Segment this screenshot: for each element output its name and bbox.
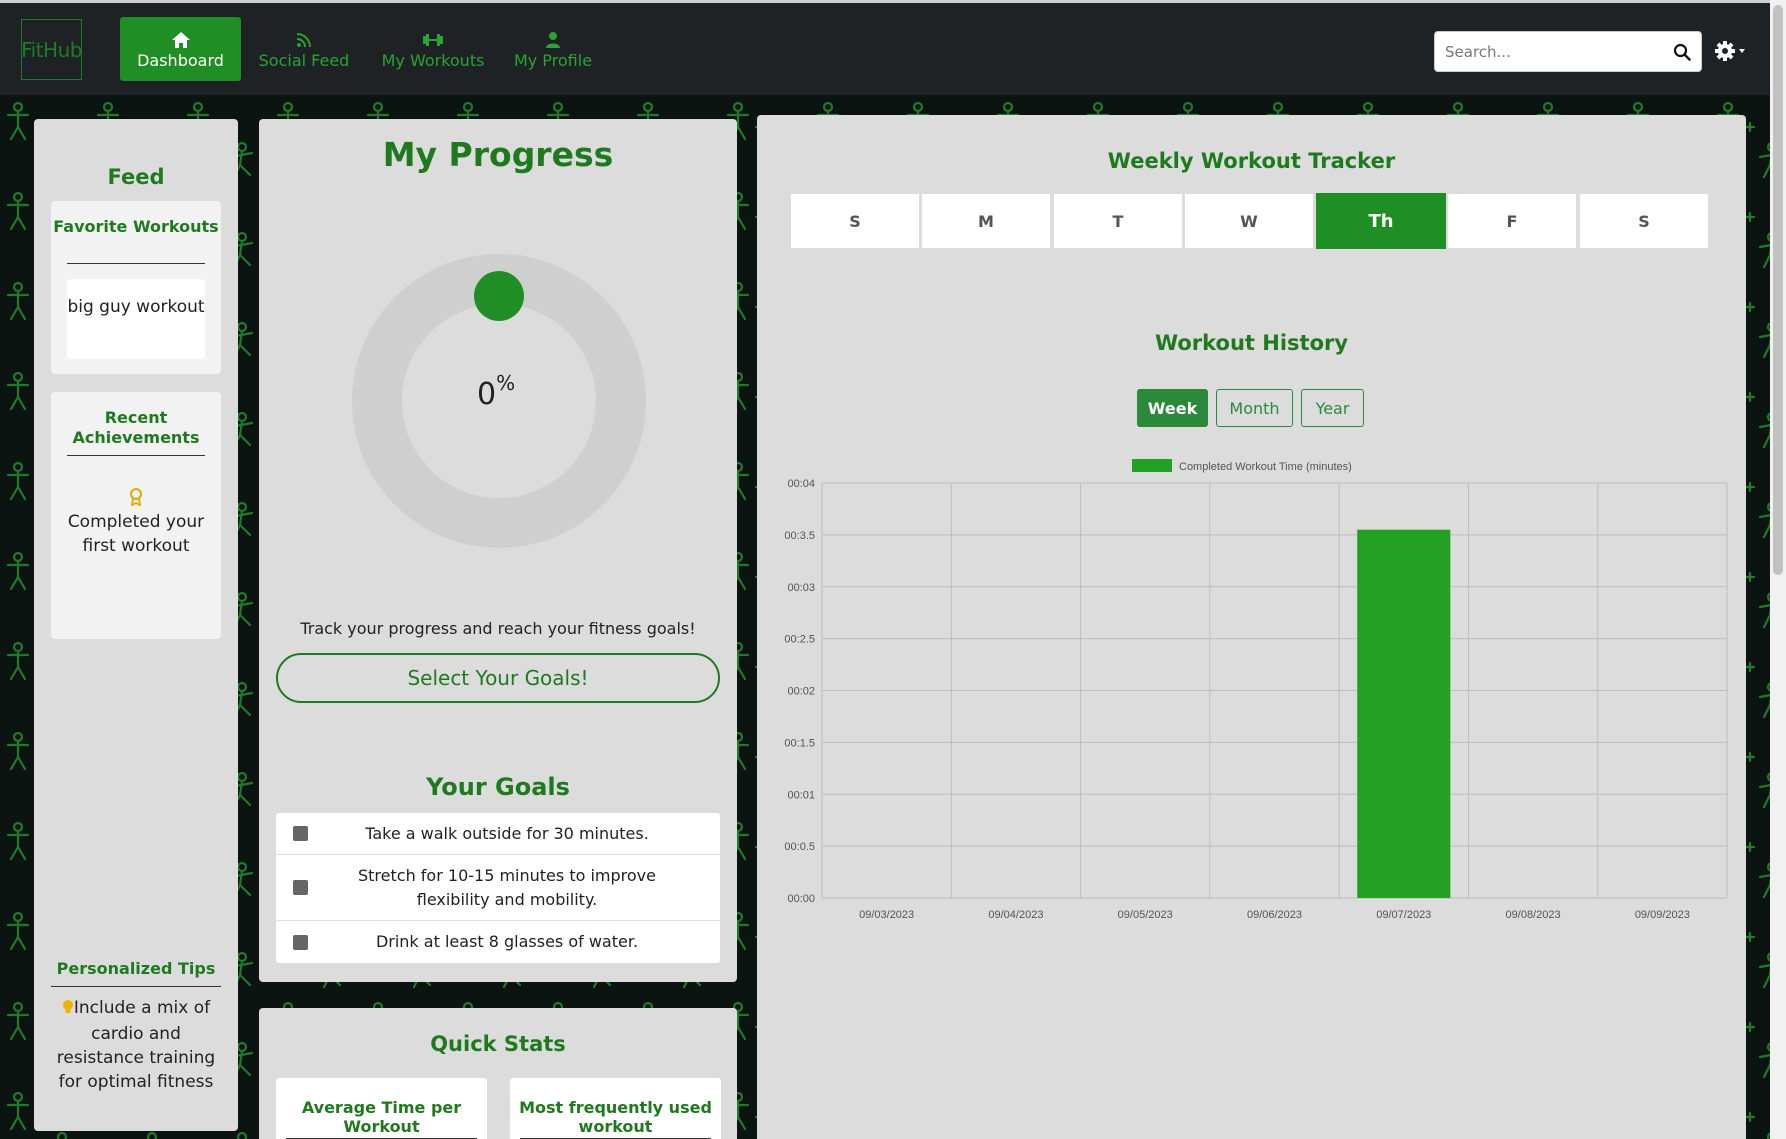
- progress-ring-knob: [474, 271, 524, 321]
- lightbulb-icon: [62, 998, 74, 1022]
- favorite-workout-item[interactable]: big guy workout: [67, 279, 205, 359]
- dumbbell-icon: [422, 29, 444, 51]
- nav-my-workouts[interactable]: My Workouts: [378, 17, 488, 81]
- y-tick-label: 00:03: [787, 582, 815, 594]
- x-tick-label: 09/09/2023: [1635, 909, 1690, 921]
- nav-dashboard-label: Dashboard: [137, 50, 224, 70]
- your-goals-title: Your Goals: [426, 773, 570, 801]
- goal-checkbox[interactable]: [293, 826, 308, 841]
- caret-down-icon: [1739, 49, 1745, 53]
- goal-text: Stretch for 10-15 minutes to improve fle…: [358, 865, 656, 909]
- home-icon: [171, 29, 191, 51]
- y-tick-label: 00:3.5: [784, 530, 815, 542]
- navbar: FitHub Dashboard Social Feed My Workouts…: [0, 3, 1770, 95]
- y-tick-label: 00:1.5: [784, 737, 815, 749]
- nav-dashboard[interactable]: Dashboard: [120, 17, 241, 81]
- legend-swatch: [1132, 459, 1172, 472]
- nav-my-profile[interactable]: My Profile: [508, 17, 598, 81]
- divider: [67, 263, 205, 264]
- user-icon: [545, 29, 561, 51]
- goal-checkbox[interactable]: [293, 934, 308, 950]
- x-tick-label: 09/05/2023: [1118, 909, 1173, 921]
- workout-history-chart: 00:00 00:0.5 00:01 00:1.5 00:02 00:2.5 00:03 00…: [784, 459, 1728, 921]
- divider: [67, 455, 205, 456]
- personalized-tips-title: Personalized Tips: [56, 959, 216, 978]
- goal-item: Take a walk outside for 30 minutes.: [276, 813, 720, 855]
- search-input[interactable]: [1445, 32, 1655, 71]
- y-tick-label: 00:04: [787, 478, 815, 490]
- feed-title: Feed: [107, 165, 165, 189]
- y-tick-label: 00:02: [787, 686, 815, 698]
- recent-achievements-card: Recent Achievements Completed your first…: [51, 392, 221, 639]
- divider: [51, 986, 221, 987]
- x-tick-label: 09/08/2023: [1506, 909, 1561, 921]
- stat-card-average-time: Average Time per Workout: [276, 1078, 487, 1139]
- goal-list: Take a walk outside for 30 minutes. Stre…: [276, 813, 720, 963]
- tracker-panel: Weekly Workout Tracker S M T W Th F S Wo…: [757, 115, 1746, 1139]
- stat-card-title: Most frequently used workout: [519, 1098, 712, 1136]
- progress-percent: 0%: [477, 371, 516, 412]
- y-tick-label: 00:0.5: [784, 841, 815, 853]
- progress-title: My Progress: [382, 135, 614, 174]
- nav-social-feed[interactable]: Social Feed: [250, 17, 358, 81]
- goal-checkbox[interactable]: [293, 880, 308, 895]
- favorite-workouts-title: Favorite Workouts: [53, 217, 219, 236]
- nav-my-workouts-label: My Workouts: [381, 50, 485, 70]
- goal-text: Take a walk outside for 30 minutes.: [365, 823, 649, 843]
- search-box: [1434, 31, 1702, 72]
- favorite-workouts-card: Favorite Workouts big guy workout: [51, 201, 221, 374]
- tip-text: Include a mix of cardio and resistance t…: [56, 998, 216, 1092]
- goal-text: Drink at least 8 glasses of water.: [375, 932, 639, 951]
- feed-panel: Feed Favorite Workouts big guy workout R…: [34, 119, 238, 1131]
- stat-card-most-used: Most frequently used workout: [510, 1078, 721, 1139]
- favorite-workout-label: big guy workout: [67, 297, 205, 317]
- award-icon: [129, 488, 143, 510]
- achievement-item: Completed your first workout: [67, 512, 205, 556]
- quick-stats-panel: Quick Stats Average Time per Workout Mos…: [259, 1008, 737, 1139]
- nav-social-feed-label: Social Feed: [258, 50, 350, 70]
- y-tick-label: 00:00: [787, 893, 815, 905]
- select-goals-button[interactable]: Select Your Goals!: [276, 653, 720, 703]
- scrollbar-thumb[interactable]: [1773, 5, 1783, 575]
- progress-panel: My Progress 0% Track your progress and r…: [259, 119, 737, 982]
- nav-my-profile-label: My Profile: [513, 50, 593, 70]
- goal-item: Drink at least 8 glasses of water.: [276, 921, 720, 963]
- tip-text-block: Include a mix of cardio and resistance t…: [46, 996, 226, 1094]
- recent-achievements-title: Recent Achievements: [72, 408, 200, 447]
- gear-icon[interactable]: [1714, 40, 1748, 62]
- x-tick-label: 09/04/2023: [988, 909, 1043, 921]
- chart-bar: [1357, 529, 1451, 898]
- x-tick-label: 09/07/2023: [1376, 909, 1431, 921]
- stat-card-title: Average Time per Workout: [301, 1098, 462, 1136]
- fithub-logo[interactable]: FitHub: [21, 19, 82, 80]
- legend-label: Completed Workout Time (minutes): [1179, 461, 1352, 473]
- goal-item: Stretch for 10-15 minutes to improve fle…: [276, 855, 720, 921]
- x-tick-label: 09/06/2023: [1247, 909, 1302, 921]
- search-icon[interactable]: [1673, 43, 1691, 61]
- rss-icon: [296, 29, 312, 51]
- quick-stats-title: Quick Stats: [430, 1032, 566, 1056]
- y-tick-label: 00:2.5: [784, 634, 815, 646]
- y-tick-label: 00:01: [787, 789, 815, 801]
- track-progress-text: Track your progress and reach your fitne…: [300, 619, 696, 638]
- x-tick-label: 09/03/2023: [859, 909, 914, 921]
